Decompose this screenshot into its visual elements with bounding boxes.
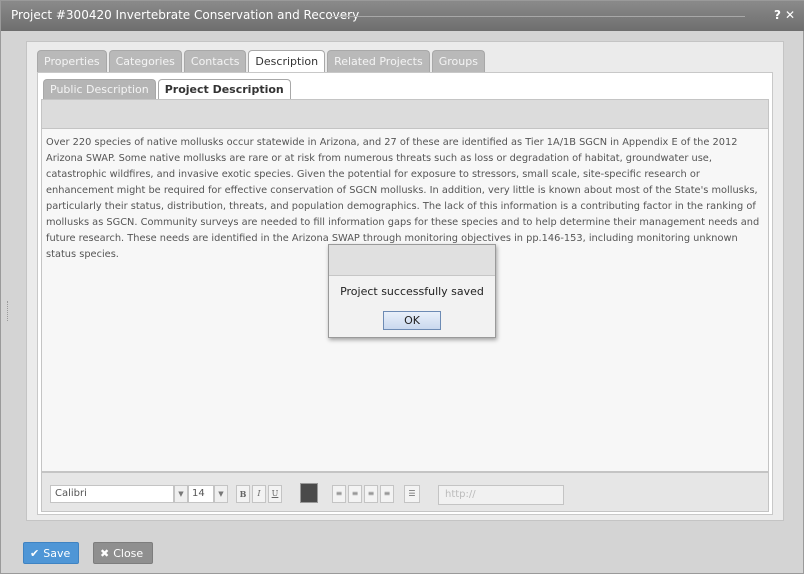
font-size-select[interactable]: 14	[188, 485, 214, 503]
align-right-icon[interactable]: ≡	[364, 485, 378, 503]
underline-button[interactable]: U	[268, 485, 282, 503]
align-center-icon[interactable]: ≡	[348, 485, 362, 503]
editor-header-strip	[41, 99, 769, 129]
save-button[interactable]: ✔ Save	[23, 542, 79, 564]
project-window: Project #300420 Invertebrate Conservatio…	[0, 0, 804, 574]
save-label: Save	[43, 547, 71, 560]
help-icon[interactable]: ?	[774, 8, 785, 22]
subtab-project-description[interactable]: Project Description	[157, 79, 291, 99]
text-color-button[interactable]	[300, 483, 318, 503]
check-icon: ✔	[30, 547, 40, 560]
subtab-bar: Public Description Project Description	[43, 79, 291, 99]
close-button[interactable]: ✖ Close	[93, 542, 153, 564]
link-input[interactable]: http://	[438, 485, 564, 505]
close-label: Close	[113, 547, 144, 560]
resize-handle[interactable]	[7, 301, 11, 321]
align-left-icon[interactable]: ≡	[332, 485, 346, 503]
close-icon[interactable]: ✕	[785, 8, 799, 22]
tab-contacts[interactable]: Contacts	[183, 50, 247, 72]
x-icon: ✖	[100, 547, 110, 560]
bold-button[interactable]: B	[236, 485, 250, 503]
font-dropdown-icon[interactable]: ▼	[174, 485, 188, 503]
tab-bar: Properties Categories Contacts Descripti…	[37, 50, 485, 72]
list-icon[interactable]: ☰	[404, 485, 420, 503]
window-title: Project #300420 Invertebrate Conservatio…	[11, 8, 360, 22]
subtab-public-description[interactable]: Public Description	[43, 79, 156, 99]
tab-properties[interactable]: Properties	[37, 50, 107, 72]
italic-button[interactable]: I	[252, 485, 266, 503]
tab-categories[interactable]: Categories	[108, 50, 182, 72]
tab-description[interactable]: Description	[248, 50, 326, 72]
tab-groups[interactable]: Groups	[431, 50, 485, 72]
save-confirmation-dialog: Project successfully saved OK	[328, 244, 496, 338]
title-icons: ?✕	[774, 8, 799, 22]
font-family-select[interactable]: Calibri	[50, 485, 174, 503]
tab-related-projects[interactable]: Related Projects	[327, 50, 430, 72]
editor-toolbar: Calibri ▼ 14 ▼ B I U ≡ ≡ ≡ ≡ ☰ http://	[41, 472, 769, 512]
align-justify-icon[interactable]: ≡	[380, 485, 394, 503]
size-dropdown-icon[interactable]: ▼	[214, 485, 228, 503]
ok-button[interactable]: OK	[383, 311, 441, 330]
dialog-message: Project successfully saved	[340, 285, 484, 298]
title-bar[interactable]: Project #300420 Invertebrate Conservatio…	[1, 1, 804, 31]
title-divider	[331, 16, 745, 17]
dialog-header[interactable]	[329, 245, 495, 276]
